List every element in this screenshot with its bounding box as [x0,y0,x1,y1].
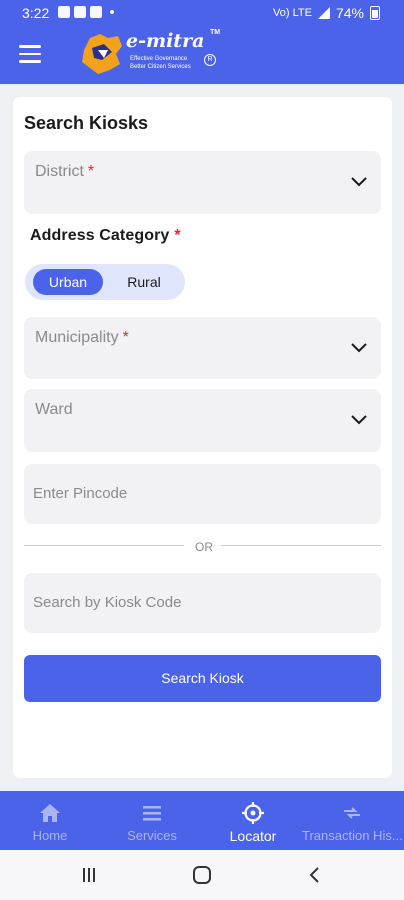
home-icon [40,804,60,822]
battery-icon [370,6,380,20]
registered-badge: R [204,54,216,66]
recent-apps-icon[interactable] [80,866,98,884]
nav-locator-label: Locator [229,828,277,844]
tagline-line-2: Better Citizen Services [130,64,191,70]
chevron-down-icon [351,177,367,187]
menu-icon[interactable] [19,45,41,63]
address-category-label: Address Category * [30,227,181,244]
status-right: Vo) LTE 74% [273,5,380,21]
list-icon [143,806,161,821]
trademark: TM [210,29,221,36]
kiosk-code-input[interactable]: Search by Kiosk Code [24,573,381,633]
app-notification-icon [58,6,70,18]
battery-percent: 74% [335,5,364,21]
nav-services-label: Services [127,828,177,843]
rural-option[interactable]: Rural [109,269,179,295]
nav-transaction-history[interactable]: Transaction His... [302,791,403,850]
or-separator: OR [195,540,213,554]
notification-icons [58,6,114,18]
district-dropdown[interactable]: District * [24,151,381,214]
bottom-navigation: Home Services Locator Transaction His... [0,791,404,850]
ward-dropdown[interactable]: Ward [24,389,381,452]
system-navigation-bar [0,850,404,900]
search-kiosk-button[interactable]: Search Kiosk [24,655,381,702]
municipality-dropdown[interactable]: Municipality * [24,317,381,379]
address-category-toggle[interactable]: Urban Rural [25,264,185,300]
nav-transaction-label: Transaction His... [302,828,403,843]
rajasthan-map-icon [82,34,122,74]
nav-services[interactable]: Services [115,791,189,850]
kiosk-code-placeholder: Search by Kiosk Code [33,594,182,611]
nav-home[interactable]: Home [18,791,82,850]
app-bar: e-mitra TM Effective Governance Better C… [0,26,404,84]
ward-label: Ward [35,401,73,418]
page-title: Search Kiosks [24,113,149,133]
municipality-label: Municipality * [35,329,129,346]
youtube-notification-icon [90,6,102,18]
transfer-icon [344,807,360,819]
nav-locator[interactable]: Locator [220,791,286,850]
signal-icon [317,7,330,19]
urban-option[interactable]: Urban [33,269,103,295]
emitra-logo: e-mitra TM Effective Governance Better C… [76,28,226,80]
divider-left [24,545,184,546]
brand-tagline: Effective Governance Better Citizen Serv… [130,55,191,71]
tagline-line-1: Effective Governance [130,56,188,62]
chevron-down-icon [351,415,367,425]
pincode-placeholder: Enter Pincode [33,485,128,502]
status-bar: 3:22 Vo) LTE 74% [0,0,404,26]
home-button-icon[interactable] [192,866,212,884]
nav-home-label: Home [32,828,68,843]
district-label: District * [35,163,95,180]
back-icon[interactable] [308,866,322,884]
status-time: 3:22 [22,5,50,21]
brand-name: e-mitra [126,30,205,52]
pincode-input[interactable]: Enter Pincode [24,464,381,524]
network-indicator: Vo) LTE [273,7,312,19]
crosshair-icon [242,802,264,824]
chevron-down-icon [351,343,367,353]
image-notification-icon [74,6,86,18]
more-notifications-icon [110,10,114,14]
divider-right [221,545,381,546]
search-kiosks-card: Search Kiosks District * Address Category… [13,97,392,778]
